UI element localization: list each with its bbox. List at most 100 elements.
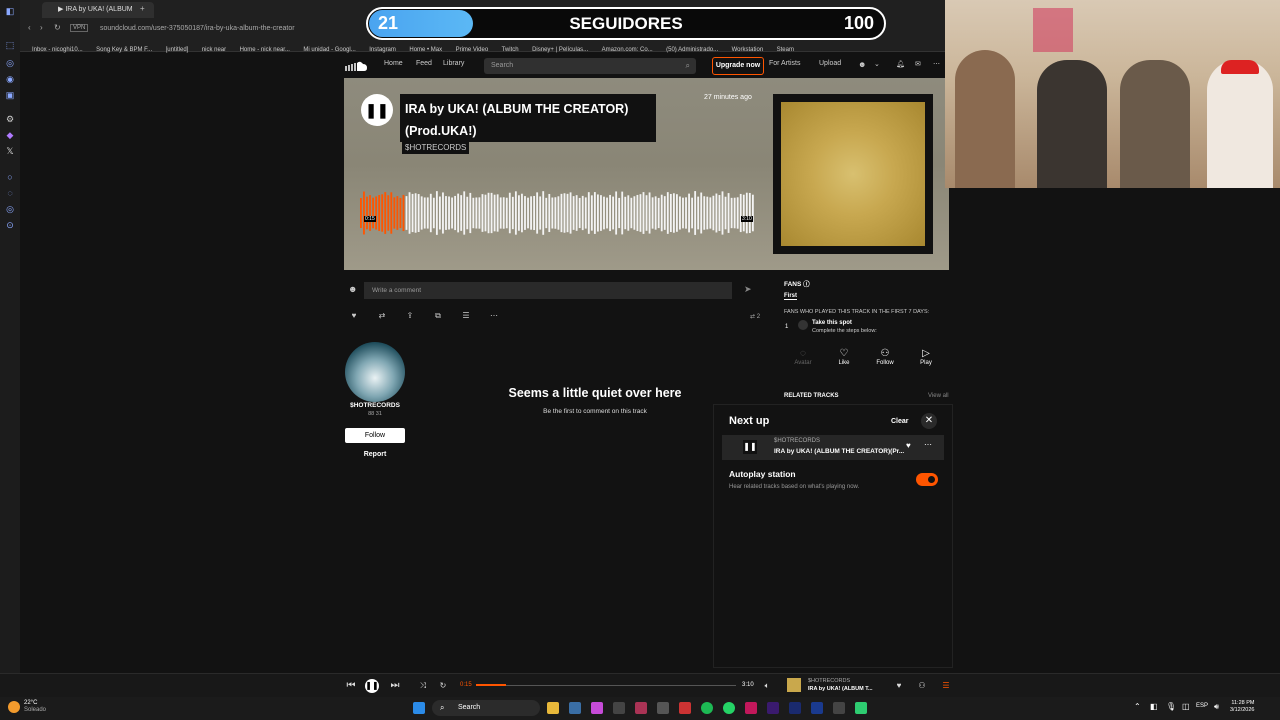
bookmark-item[interactable]: nick near [202, 43, 226, 57]
sidebar-icon[interactable]: ◉ [5, 74, 15, 84]
vpn-badge[interactable]: VPN [70, 24, 89, 32]
back-icon[interactable]: ‹ [28, 23, 31, 32]
upgrade-button[interactable]: Upgrade now [712, 57, 764, 75]
app-icon[interactable] [591, 702, 603, 714]
file-explorer-icon[interactable] [547, 702, 559, 714]
chevron-down-icon[interactable]: ⌄ [874, 60, 880, 68]
weather-widget[interactable]: 22°C Soleado [24, 700, 46, 714]
x-icon[interactable]: 𝕏 [5, 146, 15, 156]
sidebar-icon[interactable]: ◌ [5, 188, 15, 198]
app-icon[interactable] [745, 702, 757, 714]
more-icon[interactable]: ⋯ [486, 310, 502, 322]
close-icon[interactable]: ✕ [921, 413, 937, 429]
report-link[interactable]: Report [345, 451, 405, 458]
pause-button[interactable]: ❚❚ [361, 94, 393, 126]
nav-library[interactable]: Library [443, 60, 464, 67]
mail-icon[interactable]: ✉ [915, 60, 921, 68]
chevron-up-icon[interactable]: ⌃ [1134, 702, 1141, 711]
weather-icon[interactable] [8, 701, 20, 713]
share-icon[interactable]: ⇪ [402, 310, 418, 322]
nav-feed[interactable]: Feed [416, 60, 432, 67]
sidebar-icon[interactable]: ○ [5, 172, 15, 182]
sidebar-icon[interactable]: ◎ [5, 204, 15, 214]
send-icon[interactable]: ➤ [744, 284, 752, 295]
copy-link-icon[interactable]: ⧉ [430, 310, 446, 322]
url-field[interactable]: soundcloud.com/user-375050187/ira-by-uka… [100, 22, 295, 36]
tab-active[interactable]: ▶ IRA by UKA! (ALBUM [42, 2, 154, 18]
forward-icon[interactable]: › [40, 23, 43, 32]
previous-icon[interactable]: ⏮ [344, 679, 358, 693]
follow-icon[interactable]: ⚇ [915, 679, 929, 693]
shuffle-icon[interactable]: ⤨ [416, 679, 430, 693]
fan-step-like[interactable]: ♡ Like [829, 348, 859, 366]
obs-icon[interactable] [657, 702, 669, 714]
app-icon[interactable] [855, 702, 867, 714]
soundcloud-logo-icon[interactable] [344, 60, 368, 72]
steam-icon[interactable] [569, 702, 581, 714]
view-all-link[interactable]: View all [928, 393, 949, 399]
search-icon[interactable]: ⌕ [686, 58, 690, 74]
sidebar-icon[interactable]: ⊙ [5, 220, 15, 230]
sidebar-icon[interactable]: ◆ [5, 130, 15, 140]
heart-icon[interactable]: ♥ [906, 441, 911, 450]
tray-icon[interactable]: ◫ [1182, 702, 1190, 711]
sidebar-icon[interactable]: ▣ [5, 90, 15, 100]
more-icon[interactable]: ⋯ [933, 60, 940, 68]
queue-icon[interactable]: ☰ [939, 679, 953, 693]
clear-button[interactable]: Clear [891, 418, 909, 425]
progress-track[interactable] [476, 685, 736, 686]
clock[interactable]: 11:28 PM 3/12/2026 [1230, 700, 1254, 714]
tray-icon[interactable]: ◧ [1150, 702, 1158, 711]
search-input[interactable]: Search ⌕ [484, 58, 696, 74]
fan-step-follow[interactable]: ⚇ Follow [870, 348, 900, 366]
repost-icon[interactable]: ⇄ [374, 310, 390, 322]
nav-home[interactable]: Home [384, 60, 403, 67]
settings-icon[interactable]: ⚙ [5, 114, 15, 124]
user-avatar-icon[interactable]: ☻ [858, 60, 866, 69]
sidebar-icon[interactable]: ⬚ [5, 40, 15, 50]
next-icon[interactable]: ⏭ [388, 679, 402, 693]
player-title[interactable]: IRA by UKA! (ALBUM T... [808, 686, 873, 692]
info-icon[interactable]: ⓘ [803, 281, 810, 288]
heart-icon[interactable]: ♥ [892, 679, 906, 693]
bell-icon[interactable]: 🔔︎ [896, 60, 905, 68]
whatsapp-icon[interactable] [723, 702, 735, 714]
sidebar-icon[interactable]: ◧ [5, 6, 15, 16]
like-icon[interactable]: ♥ [346, 310, 362, 322]
bookmark-item[interactable]: Inbox - nicoghi10... [32, 43, 83, 57]
premiere-icon[interactable] [767, 702, 779, 714]
volume-icon[interactable]: 🔈︎ [760, 679, 774, 693]
add-to-playlist-icon[interactable]: ☰ [458, 310, 474, 322]
sidebar-icon[interactable]: ◎ [5, 58, 15, 68]
app-icon[interactable] [679, 702, 691, 714]
player-artwork[interactable] [787, 678, 801, 692]
queue-pause-icon[interactable]: ❚❚ [743, 440, 757, 454]
bookmark-item[interactable]: Home - nick near... [240, 43, 290, 57]
photoshop-icon[interactable] [811, 702, 823, 714]
artist-name[interactable]: $HOTRECORDS [330, 402, 420, 409]
app-icon[interactable] [635, 702, 647, 714]
artist-avatar[interactable] [345, 342, 405, 402]
follow-button[interactable]: Follow [345, 428, 405, 443]
new-tab-icon[interactable]: + [140, 4, 145, 13]
app-icon[interactable] [613, 702, 625, 714]
more-icon[interactable]: ⋯ [924, 440, 932, 449]
fans-tab-first[interactable]: First [784, 293, 798, 300]
volume-icon[interactable]: 🔊︎ [1214, 702, 1219, 712]
bookmark-item[interactable]: Song Key & BPM F... [96, 43, 152, 57]
fan-step-play[interactable]: ▷ Play [911, 348, 941, 366]
player-artist[interactable]: $HOTRECORDS [808, 678, 850, 684]
mic-icon[interactable]: 🎙︎ [1166, 702, 1176, 711]
after-effects-icon[interactable] [789, 702, 801, 714]
repeat-icon[interactable]: ↻ [436, 679, 450, 693]
taskbar-search[interactable]: ⌕ Search [432, 700, 540, 716]
pause-icon[interactable]: ❚❚ [365, 679, 379, 693]
nav-upload[interactable]: Upload [819, 60, 841, 67]
track-artist[interactable]: $HOTRECORDS [402, 141, 470, 154]
comment-input[interactable]: Write a comment [364, 282, 732, 299]
autoplay-toggle[interactable] [916, 473, 938, 486]
waveform[interactable] [360, 188, 755, 238]
app-icon[interactable] [833, 702, 845, 714]
windows-start-icon[interactable] [413, 702, 425, 714]
nav-for-artists[interactable]: For Artists [769, 60, 801, 67]
